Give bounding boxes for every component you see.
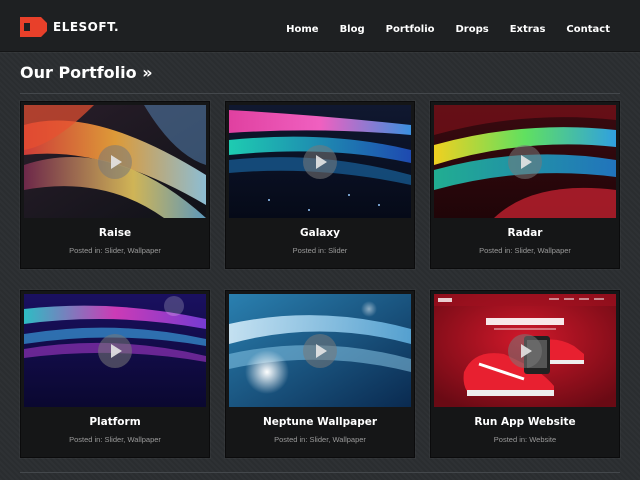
portfolio-item-meta: Posted in: Website <box>493 435 557 444</box>
footer-divider <box>20 472 620 473</box>
logo-text: ELESOFT. <box>53 20 120 34</box>
category-links[interactable]: Slider, Wallpaper <box>310 435 366 444</box>
play-icon[interactable] <box>508 334 542 368</box>
nav-home[interactable]: Home <box>286 24 318 35</box>
portfolio-item-title[interactable]: Neptune Wallpaper <box>226 416 414 428</box>
portfolio-grid: Raise Posted in: Slider, Wallpaper Galax… <box>20 101 620 461</box>
play-icon[interactable] <box>303 334 337 368</box>
play-icon[interactable] <box>98 145 132 179</box>
category-links[interactable]: Slider <box>328 246 347 255</box>
portfolio-thumbnail[interactable] <box>434 294 616 407</box>
portfolio-item-meta: Posted in: Slider, Wallpaper <box>69 435 161 444</box>
portfolio-card-run-app-website: Run App Website Posted in: Website <box>430 290 620 458</box>
elesoft-logo-icon <box>20 17 47 37</box>
category-links[interactable]: Slider, Wallpaper <box>105 435 161 444</box>
portfolio-thumbnail[interactable] <box>434 105 616 218</box>
play-icon[interactable] <box>303 145 337 179</box>
nav-blog[interactable]: Blog <box>340 24 365 35</box>
portfolio-card-radar: Radar Posted in: Slider, Wallpaper <box>430 101 620 269</box>
site-logo[interactable]: ELESOFT. <box>20 17 119 37</box>
nav-extras[interactable]: Extras <box>510 24 546 35</box>
nav-drops[interactable]: Drops <box>456 24 489 35</box>
title-divider <box>20 93 620 94</box>
portfolio-thumbnail[interactable] <box>24 105 206 218</box>
play-icon[interactable] <box>508 145 542 179</box>
portfolio-item-title[interactable]: Raise <box>21 227 209 239</box>
portfolio-item-title[interactable]: Galaxy <box>226 227 414 239</box>
portfolio-card-neptune-wallpaper: Neptune Wallpaper Posted in: Slider, Wal… <box>225 290 415 458</box>
portfolio-item-title[interactable]: Run App Website <box>431 416 619 428</box>
main-nav: Home Blog Portfolio Drops Extras Contact <box>265 24 610 35</box>
play-icon[interactable] <box>98 334 132 368</box>
nav-portfolio[interactable]: Portfolio <box>386 24 435 35</box>
nav-contact[interactable]: Contact <box>566 24 610 35</box>
portfolio-item-title[interactable]: Platform <box>21 416 209 428</box>
page-title: Our Portfolio » <box>20 63 153 82</box>
site-header: ELESOFT. Home Blog Portfolio Drops Extra… <box>0 0 640 52</box>
portfolio-card-platform: Platform Posted in: Slider, Wallpaper <box>20 290 210 458</box>
portfolio-thumbnail[interactable] <box>24 294 206 407</box>
portfolio-item-meta: Posted in: Slider <box>292 246 348 255</box>
portfolio-thumbnail[interactable] <box>229 294 411 407</box>
portfolio-item-meta: Posted in: Slider, Wallpaper <box>274 435 366 444</box>
category-links[interactable]: Slider, Wallpaper <box>515 246 571 255</box>
category-links[interactable]: Website <box>529 435 556 444</box>
portfolio-item-meta: Posted in: Slider, Wallpaper <box>479 246 571 255</box>
portfolio-card-galaxy: Galaxy Posted in: Slider <box>225 101 415 269</box>
portfolio-card-raise: Raise Posted in: Slider, Wallpaper <box>20 101 210 269</box>
portfolio-item-title[interactable]: Radar <box>431 227 619 239</box>
portfolio-item-meta: Posted in: Slider, Wallpaper <box>69 246 161 255</box>
category-links[interactable]: Slider, Wallpaper <box>105 246 161 255</box>
portfolio-thumbnail[interactable] <box>229 105 411 218</box>
